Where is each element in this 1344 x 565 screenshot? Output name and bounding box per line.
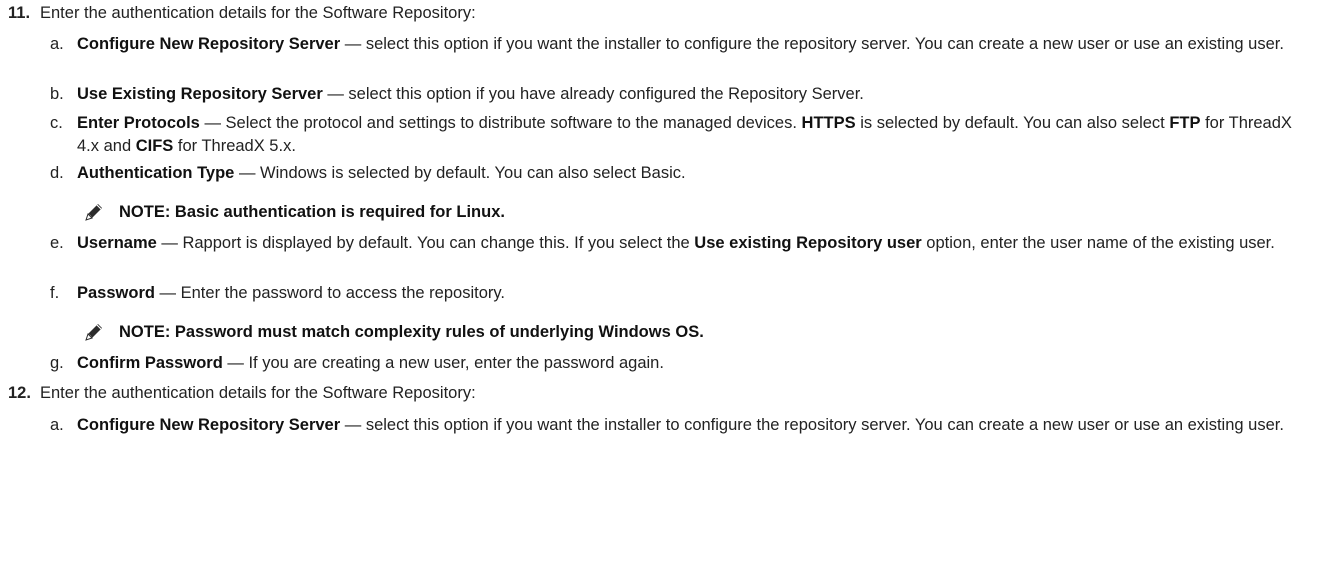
item-desc: — select this option if you want the ins…: [340, 35, 1284, 53]
list-letter: a.: [50, 35, 64, 53]
item-term: HTTPS: [801, 114, 856, 132]
item-term: Password: [77, 284, 155, 302]
item-desc: — Rapport is displayed by default. You c…: [156, 234, 695, 252]
list-letter: g.: [50, 354, 64, 372]
item-desc: — Select the protocol and settings to di…: [199, 114, 802, 132]
list-letter: b.: [50, 85, 64, 103]
item-term: CIFS: [135, 137, 174, 155]
item-term: Authentication Type: [77, 164, 235, 182]
list-body: Use Existing Repository Server — select …: [77, 83, 1317, 106]
item-term: Use Existing Repository Server: [77, 85, 323, 103]
step-number: 11.: [8, 4, 31, 22]
item-desc: — If you are creating a new user, enter …: [222, 354, 664, 372]
item-desc: — select this option if you have already…: [322, 85, 864, 103]
list-body: Authentication Type — Windows is selecte…: [77, 162, 1317, 185]
list-letter: e.: [50, 234, 64, 252]
list-letter: c.: [50, 114, 63, 132]
note-text: NOTE: Basic authentication is required f…: [119, 203, 505, 221]
item-desc: for ThreadX 5.x.: [173, 137, 296, 155]
step-text: Enter the authentication details for the…: [40, 4, 476, 22]
item-term: Enter Protocols: [77, 114, 200, 132]
item-term: Configure New Repository Server: [77, 416, 341, 434]
item-desc: — select this option if you want the ins…: [340, 416, 1284, 434]
pencil-note-icon: [83, 201, 105, 223]
item-desc: — Enter the password to access the repos…: [154, 284, 505, 302]
pencil-note-icon: [83, 321, 105, 343]
list-body: Configure New Repository Server — select…: [77, 414, 1317, 437]
item-desc: — Windows is selected by default. You ca…: [234, 164, 686, 182]
item-term: FTP: [1169, 114, 1201, 132]
item-desc: is selected by default. You can also sel…: [855, 114, 1170, 132]
list-body: Username — Rapport is displayed by defau…: [77, 232, 1317, 255]
list-letter: d.: [50, 164, 64, 182]
list-letter: f.: [50, 284, 60, 302]
note-text: NOTE: Password must match complexity rul…: [119, 323, 704, 341]
item-term: Confirm Password: [77, 354, 223, 372]
item-desc: option, enter the user name of the exist…: [921, 234, 1275, 252]
list-body: Confirm Password — If you are creating a…: [77, 352, 1317, 375]
step-number: 12.: [8, 384, 31, 402]
item-term: Username: [77, 234, 157, 252]
step-text: Enter the authentication details for the…: [40, 384, 476, 402]
item-term: Use existing Repository user: [694, 234, 922, 252]
list-body: Configure New Repository Server — select…: [77, 33, 1317, 56]
list-body: Password — Enter the password to access …: [77, 282, 1317, 305]
list-letter: a.: [50, 416, 64, 434]
list-body: Enter Protocols — Select the protocol an…: [77, 112, 1317, 158]
item-term: Configure New Repository Server: [77, 35, 341, 53]
